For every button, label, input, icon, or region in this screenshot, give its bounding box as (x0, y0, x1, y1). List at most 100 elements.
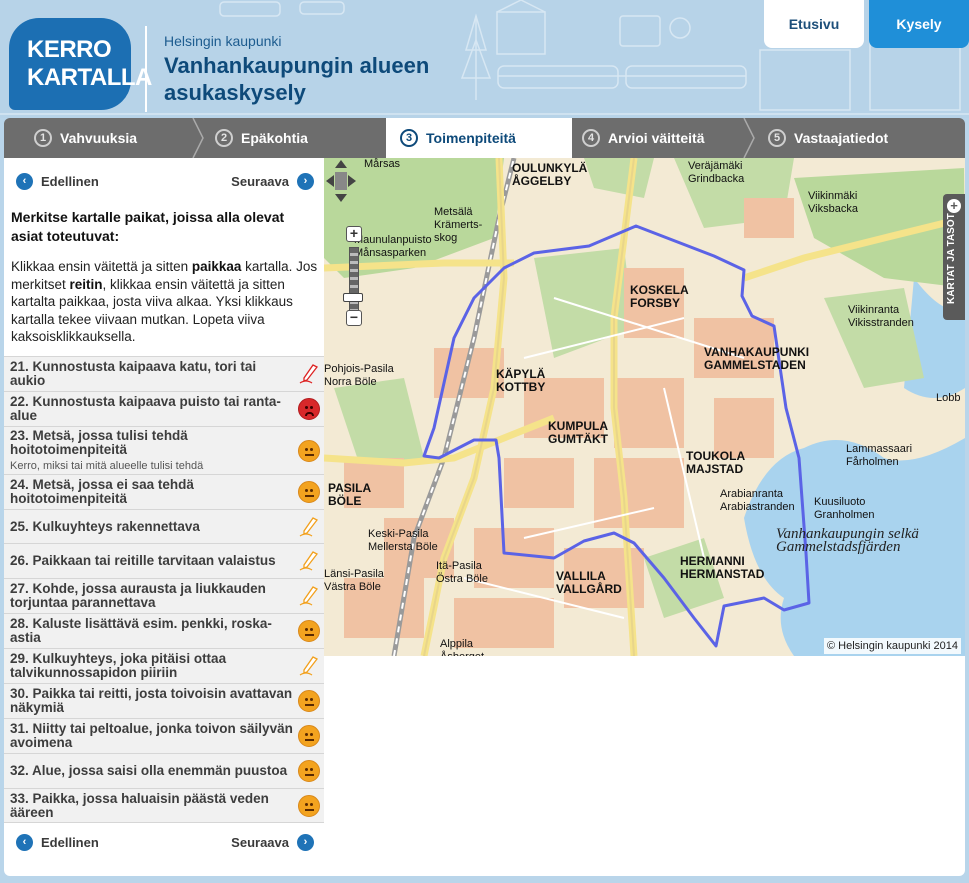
map-label: Länsi-Pasila Västra Böle (324, 568, 384, 594)
city-name: Helsingin kaupunki (164, 33, 282, 49)
instr-bold: reitin (69, 276, 103, 292)
list-item-22[interactable]: 22. Kunnostusta kaipaava puisto tai rant… (4, 391, 324, 426)
map-label: KUMPULA GUMTÄKT (548, 420, 608, 446)
pen-orange-icon (299, 656, 318, 676)
map-label-text: Lobb (936, 392, 961, 404)
map-label: Arabianranta Arabiastranden (720, 488, 795, 514)
pen-red-icon (299, 364, 318, 384)
question-panel: ‹ Edellinen Seuraava › Merkitse kartalle… (4, 158, 324, 876)
sad-face-icon (298, 398, 320, 420)
map-label-text: KÄPYLÄ KOTTBY (496, 367, 546, 394)
map-label: HERMANNI HERMANSTAD (680, 555, 764, 581)
list-item-32[interactable]: 32. Alue, jossa saisi olla enemmän puust… (4, 753, 324, 788)
map-label-text: KUMPULA GUMTÄKT (548, 419, 608, 446)
list-item-21[interactable]: 21. Kunnostusta kaipaava katu, tori tai … (4, 356, 324, 391)
map-copyright: © Helsingin kaupunki 2014 (823, 638, 961, 654)
list-item-27[interactable]: 27. Kohde, jossa aurausta ja liukkauden … (4, 578, 324, 613)
item-label: 25. Kulkuyhteys rakennettava (10, 518, 200, 534)
previous-button[interactable]: ‹ Edellinen (16, 833, 99, 851)
list-item-30[interactable]: 30. Paikka tai reitti, josta toivoisin a… (4, 683, 324, 718)
layers-label: KARTAT JA TASOT (946, 213, 957, 304)
map-label: KOSKELA FORSBY (630, 284, 689, 310)
map-layers-tab[interactable]: + KARTAT JA TASOT (943, 194, 965, 320)
item-label: 26. Paikkaan tai reitille tarvitaan vala… (10, 553, 276, 568)
arrow-right-icon: › (297, 172, 314, 190)
neutral-face-icon (298, 725, 320, 747)
content-panel: ‹ Edellinen Seuraava › Merkitse kartalle… (4, 158, 965, 876)
map-label: PASILA BÖLE (328, 482, 371, 508)
zoom-slider-handle[interactable] (343, 293, 363, 302)
list-item-31[interactable]: 31. Niitty tai peltoalue, jonka toivon s… (4, 718, 324, 753)
step-number: 3 (400, 129, 418, 147)
neutral-face-icon (298, 620, 320, 642)
step-2[interactable]: 2 Epäkohtia (203, 118, 386, 158)
map-label: Viikinranta Vikisstranden (848, 304, 914, 330)
survey-title: Vanhankaupungin alueen asukaskysely (164, 53, 430, 105)
map-label: KÄPYLÄ KOTTBY (496, 368, 545, 394)
list-item-28[interactable]: 28. Kaluste lisättävä esim. penkki, rosk… (4, 613, 324, 648)
list-item-33[interactable]: 33. Paikka, jossa haluaisin päästä veden… (4, 788, 324, 823)
plus-icon: + (947, 199, 961, 213)
map-label-text: Lammassaari Fårholmen (846, 443, 913, 468)
next-button[interactable]: Seuraava › (231, 833, 314, 851)
item-label: 22. Kunnostusta kaipaava puisto tai rant… (10, 394, 281, 423)
step-5[interactable]: 5 Vastaajatiedot (754, 118, 965, 158)
tab-survey[interactable]: Kysely (869, 0, 969, 48)
step-number: 4 (582, 129, 600, 147)
previous-label: Edellinen (41, 173, 99, 189)
map-label-text: KOSKELA FORSBY (630, 283, 689, 310)
instr-bold: paikkaa (191, 259, 242, 274)
zoom-out-button[interactable]: − (346, 310, 362, 326)
kerro-kartalla-logo[interactable]: KERRO KARTALLA (9, 18, 152, 110)
map-label: Lobb (936, 392, 960, 405)
previous-button[interactable]: ‹ Edellinen (16, 172, 99, 190)
zoom-in-button[interactable]: + (346, 226, 362, 242)
step-number: 1 (34, 129, 52, 147)
map-label-text: Maunulanpuisto Månsasparken (354, 234, 432, 259)
map-label-text: Itä-Pasila Östra Böle (436, 560, 488, 585)
pan-control[interactable] (324, 158, 358, 204)
map-label-text: TOUKOLA MAJSTAD (686, 449, 746, 476)
item-label: 31. Niitty tai peltoalue, jonka toivon s… (10, 721, 293, 750)
pen-orange-icon (299, 586, 318, 606)
list-item-23[interactable]: 23. Metsä, jossa tulisi tehdä hoitotoime… (4, 426, 324, 474)
map-label-text: Viikinmäki Viksbacka (808, 190, 858, 215)
map-label-text: Metsälä Krämerts- skog (434, 206, 483, 244)
map-label: Keski-Pasila Mellersta Böle (368, 528, 438, 554)
next-button[interactable]: Seuraava › (231, 172, 314, 190)
list-item-25[interactable]: 25. Kulkuyhteys rakennettava (4, 509, 324, 543)
map-view[interactable]: OULUNKYLÄ ÅGGELBY Veräjämäki Grindbacka … (324, 158, 965, 656)
item-label: 32. Alue, jossa saisi olla enemmän puust… (10, 763, 288, 778)
map-label-text: Veräjämäki Grindbacka (688, 160, 745, 185)
header-divider (145, 26, 147, 112)
map-label: Pohjois-Pasila Norra Böle (324, 363, 394, 389)
arrow-right-icon: › (297, 833, 314, 851)
map-label-text: Alppila Åsberget (440, 638, 484, 656)
list-item-26[interactable]: 26. Paikkaan tai reitille tarvitaan vala… (4, 543, 324, 578)
step-1[interactable]: 1 Vahvuuksia (4, 118, 204, 158)
map-label: VANHAKAUPUNKI GAMMELSTADEN (704, 346, 809, 372)
map-label-text: Pohjois-Pasila Norra Böle (324, 363, 394, 388)
map-label-text: Vanhankaupungin selkä Gammelstadsfjärden (776, 526, 919, 555)
logo-line2: KARTALLA (27, 64, 152, 91)
pen-orange-icon (299, 516, 318, 537)
step-label: Vahvuuksia (60, 130, 138, 146)
arrow-left-icon: ‹ (16, 833, 33, 851)
step-4[interactable]: 4 Arvioi väitteitä (572, 118, 755, 158)
step-number: 2 (215, 129, 233, 147)
map-label-text: Arabianranta Arabiastranden (720, 488, 795, 513)
step-3[interactable]: 3 Toimenpiteitä (386, 118, 572, 158)
item-label: 21. Kunnostusta kaipaava katu, tori tai … (10, 359, 257, 388)
pen-orange-icon (299, 551, 318, 571)
map-label-text: Keski-Pasila Mellersta Böle (368, 528, 438, 553)
item-label: 30. Paikka tai reitti, josta toivoisin a… (10, 686, 293, 715)
tab-home[interactable]: Etusivu (764, 0, 864, 48)
map-label: Vanhankaupungin selkä Gammelstadsfjärden (776, 526, 919, 555)
neutral-face-icon (298, 690, 320, 712)
map-label-text: Länsi-Pasila Västra Böle (324, 568, 384, 593)
list-item-29[interactable]: 29. Kulkuyhteys, joka pitäisi ottaa talv… (4, 648, 324, 683)
logo-line1: KERRO (27, 36, 112, 63)
item-label: 33. Paikka, jossa haluaisin päästä veden… (10, 790, 269, 820)
list-item-24[interactable]: 24. Metsä, jossa ei saa tehdä hoitotoime… (4, 474, 324, 509)
item-label: 29. Kulkuyhteys, joka pitäisi ottaa talv… (10, 651, 227, 680)
